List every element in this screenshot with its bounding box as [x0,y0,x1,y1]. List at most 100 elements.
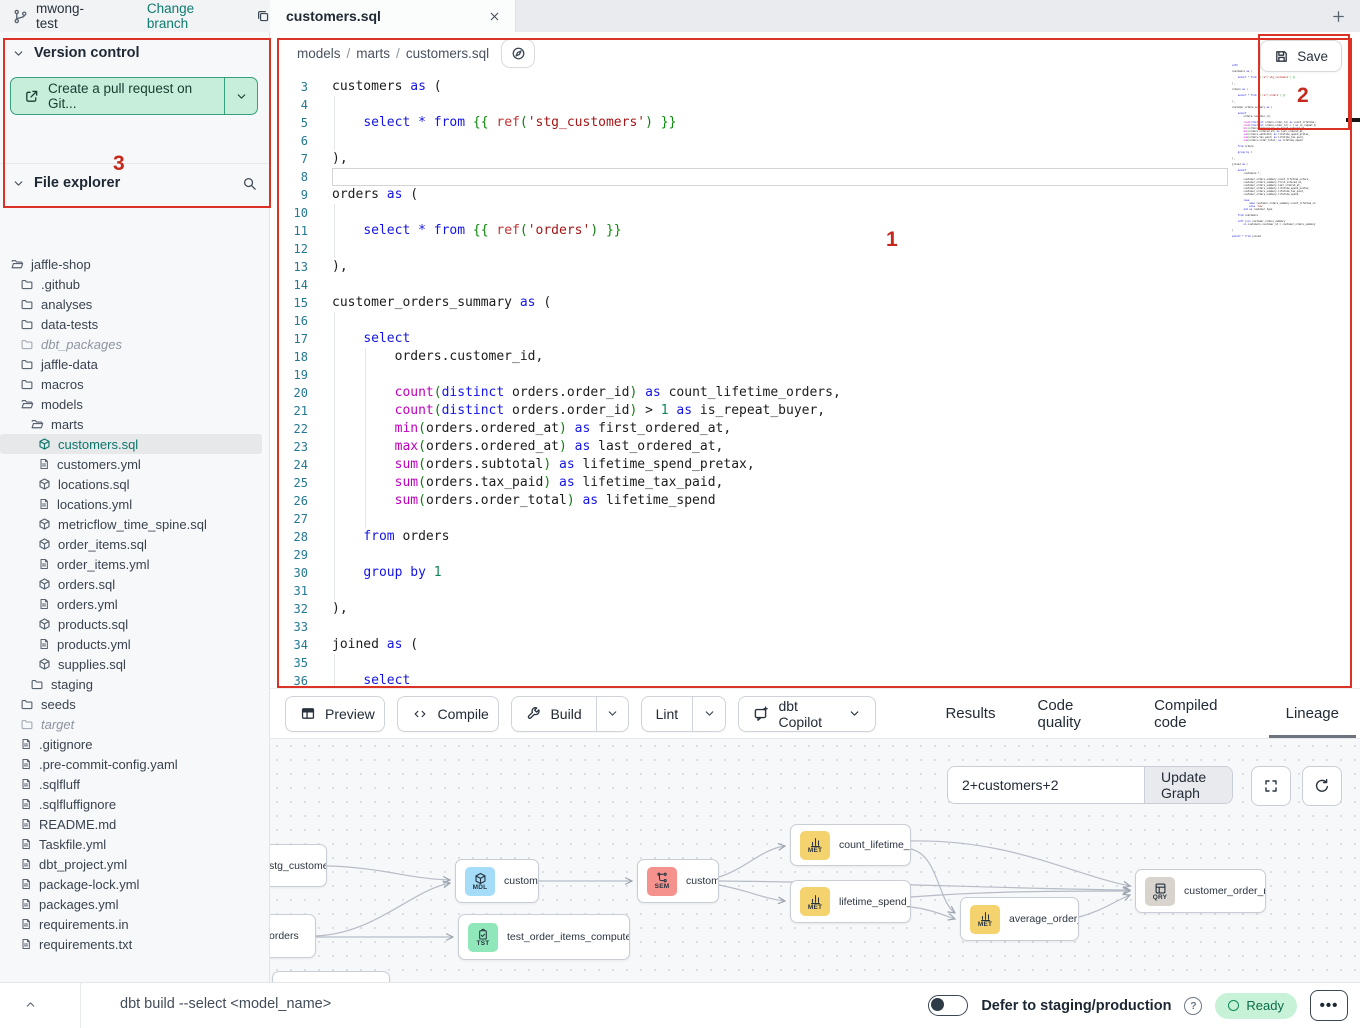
code-line-27[interactable]: 27 [270,510,1360,528]
lineage-node-stg-customers[interactable]: MDLstg_customers [270,844,327,887]
tree-item-target[interactable]: target [0,714,270,734]
code-line-4[interactable]: 4 [270,96,1360,114]
code-line-31[interactable]: 31 [270,582,1360,600]
button-main[interactable]: dbt Copilot [739,697,875,731]
code-line-29[interactable]: 29 [270,546,1360,564]
defer-toggle[interactable] [928,995,968,1016]
code-line-23[interactable]: 23 max(orders.ordered_at) as last_ordere… [270,438,1360,456]
new-tab-button[interactable] [1331,9,1346,24]
tree-item-readme-md[interactable]: README.md [0,814,270,834]
create-pull-request-button[interactable]: Create a pull request on Git... [10,77,258,115]
tree-item-locations-sql[interactable]: locations.sql [0,474,270,494]
tree-item--sqlfluffignore[interactable]: .sqlfluffignore [0,794,270,814]
button-main[interactable]: Build [512,697,595,731]
code-line-19[interactable]: 19 [270,366,1360,384]
tab-customers-sql[interactable]: customers.sql [270,0,516,32]
lineage-node-test-order-items-compute-to-bools-[interactable]: TSTtest_order_items_compute_to_bools... [458,914,630,960]
code-line-10[interactable]: 10 [270,204,1360,222]
tab-compiled-code[interactable]: Compiled code [1133,689,1265,738]
code-line-11[interactable]: 11 select * from {{ ref('orders') }} [270,222,1360,240]
tree-item-dbt-packages[interactable]: dbt_packages [0,334,270,354]
change-branch-link[interactable]: Change branch [147,1,238,31]
tree-item-supplies-sql[interactable]: supplies.sql [0,654,270,674]
tree-item-package-lock-yml[interactable]: package-lock.yml [0,874,270,894]
compile-button[interactable]: Compile [397,696,499,732]
code-line-7[interactable]: 7), [270,150,1360,168]
refresh-button[interactable] [1302,766,1342,806]
tree-item-order-items-yml[interactable]: order_items.yml [0,554,270,574]
code-line-17[interactable]: 17 select [270,330,1360,348]
build-button[interactable]: Build [511,696,628,732]
code-line-18[interactable]: 18 orders.customer_id, [270,348,1360,366]
lineage-node-average-order-value[interactable]: METaverage_order_value [960,897,1079,941]
create-pull-request-caret[interactable] [224,78,257,114]
code-line-35[interactable]: 35 [270,654,1360,672]
tree-item-dbt-project-yml[interactable]: dbt_project.yml [0,854,270,874]
code-line-32[interactable]: 32), [270,600,1360,618]
compass-button[interactable] [501,39,535,68]
lineage-node-count-lifetime-orders[interactable]: METcount_lifetime_orders [790,824,911,866]
tree-item-metricflow-time-spine-sql[interactable]: metricflow_time_spine.sql [0,514,270,534]
tree-item--gitignore[interactable]: .gitignore [0,734,270,754]
tree-item-products-sql[interactable]: products.sql [0,614,270,634]
tree-item-staging[interactable]: staging [0,674,270,694]
tab-lineage[interactable]: Lineage [1265,689,1360,738]
expand-command-bar-icon[interactable] [24,998,37,1011]
lint-button[interactable]: Lint [641,696,727,732]
code-editor[interactable]: 3customers as (45 select * from {{ ref('… [270,74,1360,688]
tree-item-orders-sql[interactable]: orders.sql [0,574,270,594]
tree-item-requirements-txt[interactable]: requirements.txt [0,934,270,954]
lineage-node-customer-order-metrics[interactable]: QRYcustomer_order_metrics [1135,869,1266,913]
code-line-16[interactable]: 16 [270,312,1360,330]
code-line-34[interactable]: 34joined as ( [270,636,1360,654]
lineage-node-customers[interactable]: MDLcustomers [455,859,539,903]
tab-results[interactable]: Results [924,689,1016,738]
status-badge[interactable]: Ready [1215,993,1297,1019]
code-line-20[interactable]: 20 count(distinct orders.order_id) as co… [270,384,1360,402]
tree-item-seeds[interactable]: seeds [0,694,270,714]
tree-item-packages-yml[interactable]: packages.yml [0,894,270,914]
code-line-9[interactable]: 9orders as ( [270,186,1360,204]
lineage-search-input[interactable] [948,767,1144,803]
code-line-30[interactable]: 30 group by 1 [270,564,1360,582]
copy-branch-icon[interactable] [256,9,270,23]
code-line-14[interactable]: 14 [270,276,1360,294]
tree-item-order-items-sql[interactable]: order_items.sql [0,534,270,554]
tree-item-data-tests[interactable]: data-tests [0,314,270,334]
file-explorer-header[interactable]: File explorer [0,164,269,201]
tree-item-jaffle-shop[interactable]: jaffle-shop [0,254,270,274]
help-icon[interactable]: ? [1184,997,1202,1015]
tree-item--pre-commit-config-yaml[interactable]: .pre-commit-config.yaml [0,754,270,774]
button-dropdown-caret[interactable] [596,697,628,731]
tree-item-marts[interactable]: marts [0,414,270,434]
version-control-header[interactable]: Version control [0,32,269,71]
code-line-28[interactable]: 28 from orders [270,528,1360,546]
tree-item-jaffle-data[interactable]: jaffle-data [0,354,270,374]
tab-code-quality[interactable]: Code quality [1016,689,1133,738]
tree-item-products-yml[interactable]: products.yml [0,634,270,654]
code-line-12[interactable]: 12 [270,240,1360,258]
search-icon[interactable] [242,176,257,191]
preview-button[interactable]: Preview [285,696,385,732]
code-line-33[interactable]: 33 [270,618,1360,636]
tree-item-customers-sql[interactable]: customers.sql [0,434,262,454]
lineage-node-customers[interactable]: SEMcustomers [637,859,719,903]
code-line-8[interactable]: 8 [270,168,1360,186]
tree-item-customers-yml[interactable]: customers.yml [0,454,270,474]
button-main[interactable]: Lint [642,697,693,731]
tree-item-taskfile-yml[interactable]: Taskfile.yml [0,834,270,854]
tree-item-requirements-in[interactable]: requirements.in [0,914,270,934]
command-input[interactable]: dbt build --select <model_name> [120,996,331,1012]
code-line-15[interactable]: 15customer_orders_summary as ( [270,294,1360,312]
tree-item-orders-yml[interactable]: orders.yml [0,594,270,614]
dbt-copilot-button[interactable]: dbt Copilot [738,696,876,732]
minimap[interactable]: with customers as ( select * from {{ ref… [1232,64,1316,246]
button-main[interactable]: Compile [398,697,499,731]
lineage-node-lifetime-spend-pretax[interactable]: METlifetime_spend_pretax [790,880,911,923]
code-line-3[interactable]: 3customers as ( [270,78,1360,96]
code-line-36[interactable]: 36 select [270,672,1360,688]
fullscreen-button[interactable] [1251,766,1291,806]
code-line-24[interactable]: 24 sum(orders.subtotal) as lifetime_spen… [270,456,1360,474]
code-line-5[interactable]: 5 select * from {{ ref('stg_customers') … [270,114,1360,132]
code-line-6[interactable]: 6 [270,132,1360,150]
